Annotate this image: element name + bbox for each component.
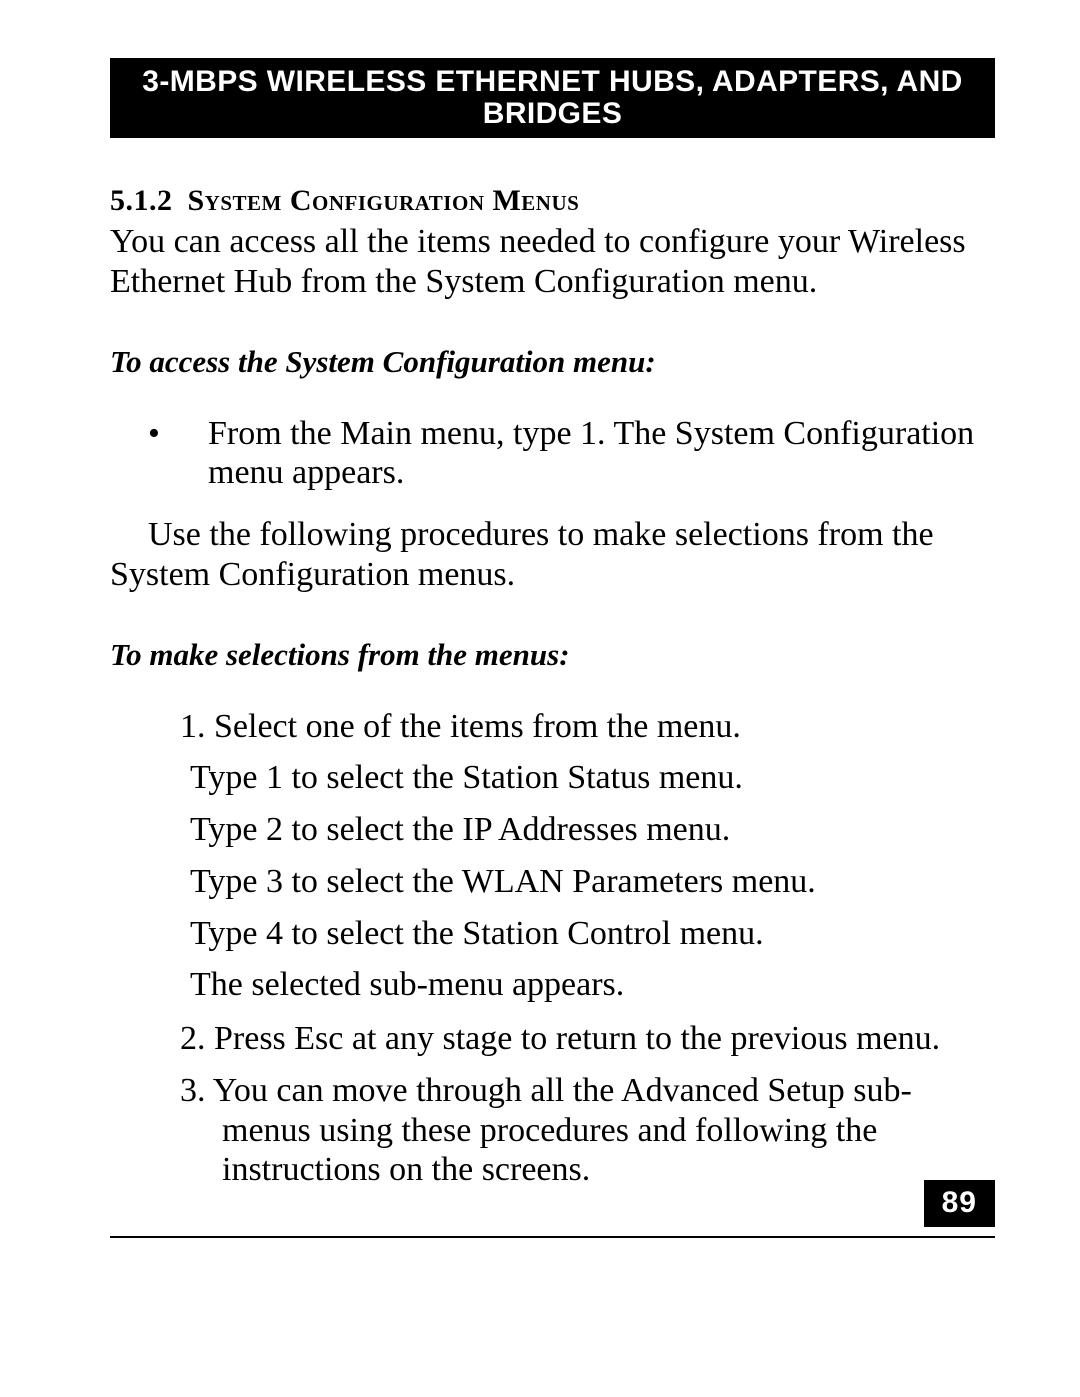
page-number: 89 — [924, 1180, 995, 1227]
list-subline: Type 1 to select the Station Status menu… — [190, 758, 995, 798]
list-subline: Type 4 to select the Station Control men… — [190, 914, 995, 954]
bullet-item: • From the Main menu, type 1. The System… — [178, 414, 995, 494]
section-heading: 5.1.2 System Configuration Menus — [110, 184, 995, 218]
intro-paragraph: You can access all the items needed to c… — [110, 222, 995, 302]
list-subline: Type 3 to select the WLAN Parameters men… — [190, 862, 995, 902]
list-item: 2. Press Esc at any stage to return to t… — [180, 1019, 995, 1059]
section-number: 5.1.2 — [110, 184, 173, 217]
subheading-access: To access the System Configuration menu: — [110, 344, 995, 380]
bullet-text: From the Main menu, type 1. The System C… — [208, 415, 974, 492]
numbered-list: 1. Select one of the items from the menu… — [110, 707, 995, 1191]
page-header-bar: 3-MBPS WIRELESS ETHERNET HUBS, ADAPTERS,… — [110, 58, 995, 138]
page-number-text: 89 — [942, 1186, 977, 1219]
intro-paragraph-2: Use the following procedures to make sel… — [110, 515, 995, 595]
list-subline: Type 2 to select the IP Addresses menu. — [190, 810, 995, 850]
list-item: 3. You can move through all the Advanced… — [180, 1071, 995, 1190]
page-header-text: 3-MBPS WIRELESS ETHERNET HUBS, ADAPTERS,… — [142, 65, 962, 130]
section-title: System Configuration Menus — [188, 184, 580, 217]
subheading-selections: To make selections from the menus: — [110, 637, 995, 673]
bullet-icon: • — [178, 414, 208, 454]
list-item: 1. Select one of the items from the menu… — [180, 707, 995, 747]
footer-rule — [110, 1236, 995, 1238]
list-subline: The selected sub-menu appears. — [190, 965, 995, 1005]
manual-page: 3-MBPS WIRELESS ETHERNET HUBS, ADAPTERS,… — [0, 0, 1080, 1397]
